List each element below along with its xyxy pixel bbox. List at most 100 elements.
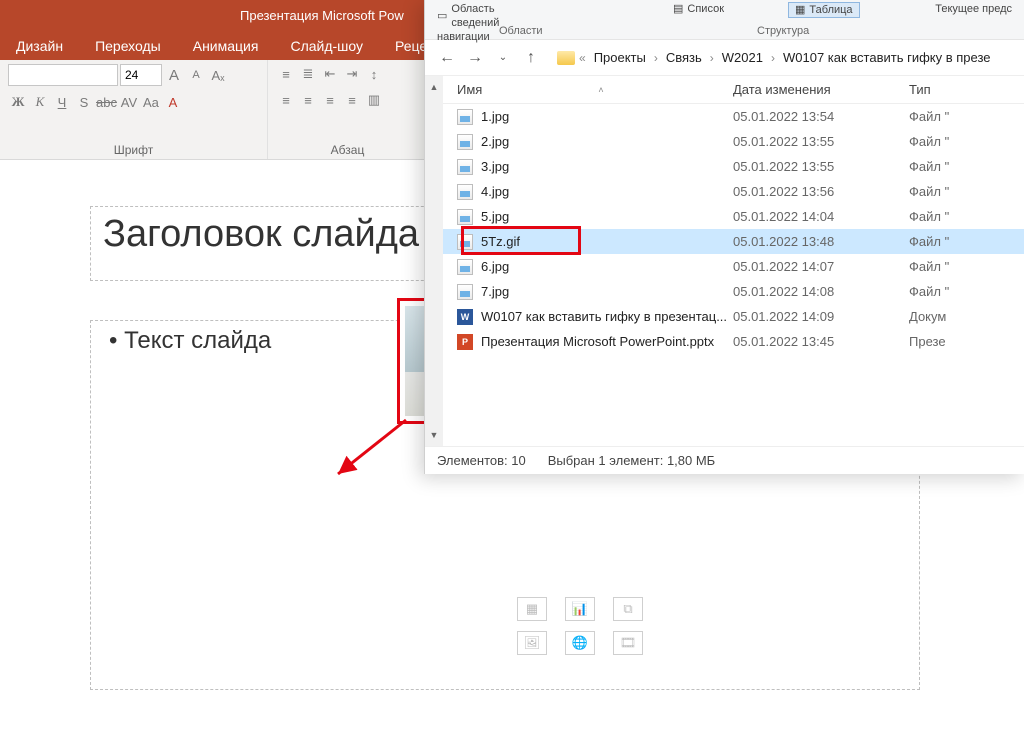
explorer-body: ▲ ▼ Имя ˄ Дата изменения Тип 1.jpg05.01.… [425, 76, 1024, 446]
file-name: 2.jpg [481, 134, 509, 149]
col-type-label[interactable]: Тип [909, 82, 1024, 97]
indent-inc-icon[interactable]: ⇥ [342, 64, 362, 84]
powerpoint-file-icon: P [457, 334, 473, 350]
tab-animations[interactable]: Анимация [177, 32, 275, 60]
columns-icon[interactable]: ▥ [364, 90, 384, 110]
bullets-icon[interactable]: ≡ [276, 64, 296, 84]
crumb-overflow-icon[interactable]: « [579, 51, 586, 65]
file-row[interactable]: 5.jpg05.01.2022 14:04Файл " [443, 204, 1024, 229]
image-file-icon [457, 184, 473, 200]
image-file-icon [457, 209, 473, 225]
file-row[interactable]: 1.jpg05.01.2022 13:54Файл " [443, 104, 1024, 129]
explorer-column-headers[interactable]: Имя ˄ Дата изменения Тип [443, 76, 1024, 104]
file-date: 05.01.2022 13:48 [733, 234, 909, 249]
insert-online-picture-icon[interactable]: 🌐 [565, 631, 595, 655]
change-case-button[interactable]: Aa [141, 92, 161, 112]
file-name: 4.jpg [481, 184, 509, 199]
nav-up-icon[interactable]: ↑ [519, 46, 543, 70]
file-type: Файл " [909, 259, 1024, 274]
file-row[interactable]: WW0107 как вставить гифку в презентац...… [443, 304, 1024, 329]
align-right-icon[interactable]: ≡ [320, 90, 340, 110]
clear-format-icon[interactable]: Aₓ [208, 65, 228, 85]
ppt-window-title: Презентация Microsoft Pow [240, 8, 404, 23]
increase-font-icon[interactable]: A [164, 65, 184, 85]
nav-forward-icon[interactable]: → [463, 46, 487, 70]
file-row[interactable]: 4.jpg05.01.2022 13:56Файл " [443, 179, 1024, 204]
file-name: W0107 как вставить гифку в презентац... [481, 309, 727, 324]
font-color-button[interactable]: A [163, 92, 183, 112]
image-file-icon [457, 109, 473, 125]
explorer-file-list[interactable]: Имя ˄ Дата изменения Тип 1.jpg05.01.2022… [443, 76, 1024, 446]
tab-design[interactable]: Дизайн [0, 32, 79, 60]
ribbon-group-font-label: Шрифт [0, 143, 267, 157]
col-date-label[interactable]: Дата изменения [733, 82, 909, 97]
file-date: 05.01.2022 13:54 [733, 109, 909, 124]
file-type: Докум [909, 309, 1024, 324]
image-file-icon [457, 259, 473, 275]
shadow-button[interactable]: S [74, 92, 94, 112]
image-file-icon [457, 284, 473, 300]
insert-smartart-icon[interactable]: ⧉ [613, 597, 643, 621]
scroll-up-icon[interactable]: ▲ [427, 80, 441, 94]
col-name-label[interactable]: Имя [457, 82, 482, 97]
image-file-icon [457, 234, 473, 250]
file-row[interactable]: 6.jpg05.01.2022 14:07Файл " [443, 254, 1024, 279]
layout-table[interactable]: ▦ Таблица [788, 2, 860, 18]
file-type: Файл " [909, 209, 1024, 224]
tab-transitions[interactable]: Переходы [79, 32, 177, 60]
crumb-projects[interactable]: Проекты [590, 50, 650, 65]
align-center-icon[interactable]: ≡ [298, 90, 318, 110]
file-name: 7.jpg [481, 284, 509, 299]
decrease-font-icon[interactable]: A [186, 65, 206, 85]
file-explorer-window[interactable]: ▭ Область сведений навигации Области ▤ С… [424, 0, 1024, 474]
insert-picture-icon[interactable]: 🖼 [517, 631, 547, 655]
tab-slideshow[interactable]: Слайд-шоу [274, 32, 379, 60]
file-type: Файл " [909, 284, 1024, 299]
crumb-w0107[interactable]: W0107 как вставить гифку в презе [779, 50, 995, 65]
file-name: 3.jpg [481, 159, 509, 174]
underline-button[interactable]: Ч [52, 92, 72, 112]
file-date: 05.01.2022 14:04 [733, 209, 909, 224]
indent-dec-icon[interactable]: ⇤ [320, 64, 340, 84]
crumb-svyaz[interactable]: Связь [662, 50, 706, 65]
char-spacing-button[interactable]: AV [119, 92, 139, 112]
layout-list[interactable]: ▤ Список [673, 2, 724, 16]
crumb-w2021[interactable]: W2021 [718, 50, 767, 65]
line-spacing-icon[interactable]: ↕ [364, 64, 384, 84]
folder-icon [557, 51, 575, 65]
status-selection: Выбран 1 элемент: 1,80 МБ [548, 453, 716, 468]
file-row[interactable]: PПрезентация Microsoft PowerPoint.pptx05… [443, 329, 1024, 354]
scroll-down-icon[interactable]: ▼ [427, 428, 441, 442]
file-date: 05.01.2022 14:09 [733, 309, 909, 324]
image-file-icon [457, 134, 473, 150]
sort-indicator-icon: ˄ [598, 85, 603, 95]
insert-chart-icon[interactable]: 📊 [565, 597, 595, 621]
file-date: 05.01.2022 13:55 [733, 134, 909, 149]
explorer-ribbon: ▭ Область сведений навигации Области ▤ С… [425, 0, 1024, 40]
bold-button[interactable]: Ж [8, 92, 28, 112]
insert-video-icon[interactable]: 🎞 [613, 631, 643, 655]
strike-button[interactable]: abc [96, 92, 117, 112]
insert-table-icon[interactable]: ▦ [517, 597, 547, 621]
file-type: Файл " [909, 234, 1024, 249]
explorer-left-scrollbar[interactable]: ▲ ▼ [425, 76, 443, 446]
font-name-combo[interactable] [8, 64, 118, 86]
file-row[interactable]: 7.jpg05.01.2022 14:08Файл " [443, 279, 1024, 304]
ribbon-group-font: A A Aₓ Ж К Ч S abc AV Aa A Шрифт [0, 60, 268, 159]
file-row[interactable]: 3.jpg05.01.2022 13:55Файл " [443, 154, 1024, 179]
numbering-icon[interactable]: ≣ [298, 64, 318, 84]
current-view-label: Текущее предс [935, 2, 1012, 16]
file-name: 5Tz.gif [481, 234, 520, 249]
italic-button[interactable]: К [30, 92, 50, 112]
nav-recent-icon[interactable]: ⌄ [491, 46, 515, 70]
nav-back-icon[interactable]: ← [435, 46, 459, 70]
file-row[interactable]: 5Tz.gif 05.01.2022 13:48Файл " [443, 229, 1024, 254]
content-placeholder-icons: ▦ 📊 ⧉ 🖼 🌐 🎞 [517, 597, 643, 655]
align-left-icon[interactable]: ≡ [276, 90, 296, 110]
explorer-status-bar: Элементов: 10 Выбран 1 элемент: 1,80 МБ [425, 446, 1024, 474]
status-item-count: Элементов: 10 [437, 453, 526, 468]
align-justify-icon[interactable]: ≡ [342, 90, 362, 110]
font-size-combo[interactable] [120, 64, 162, 86]
explorer-nav-bar: ← → ⌄ ↑ « Проекты › Связь › W2021 › W010… [425, 40, 1024, 76]
file-row[interactable]: 2.jpg05.01.2022 13:55Файл " [443, 129, 1024, 154]
